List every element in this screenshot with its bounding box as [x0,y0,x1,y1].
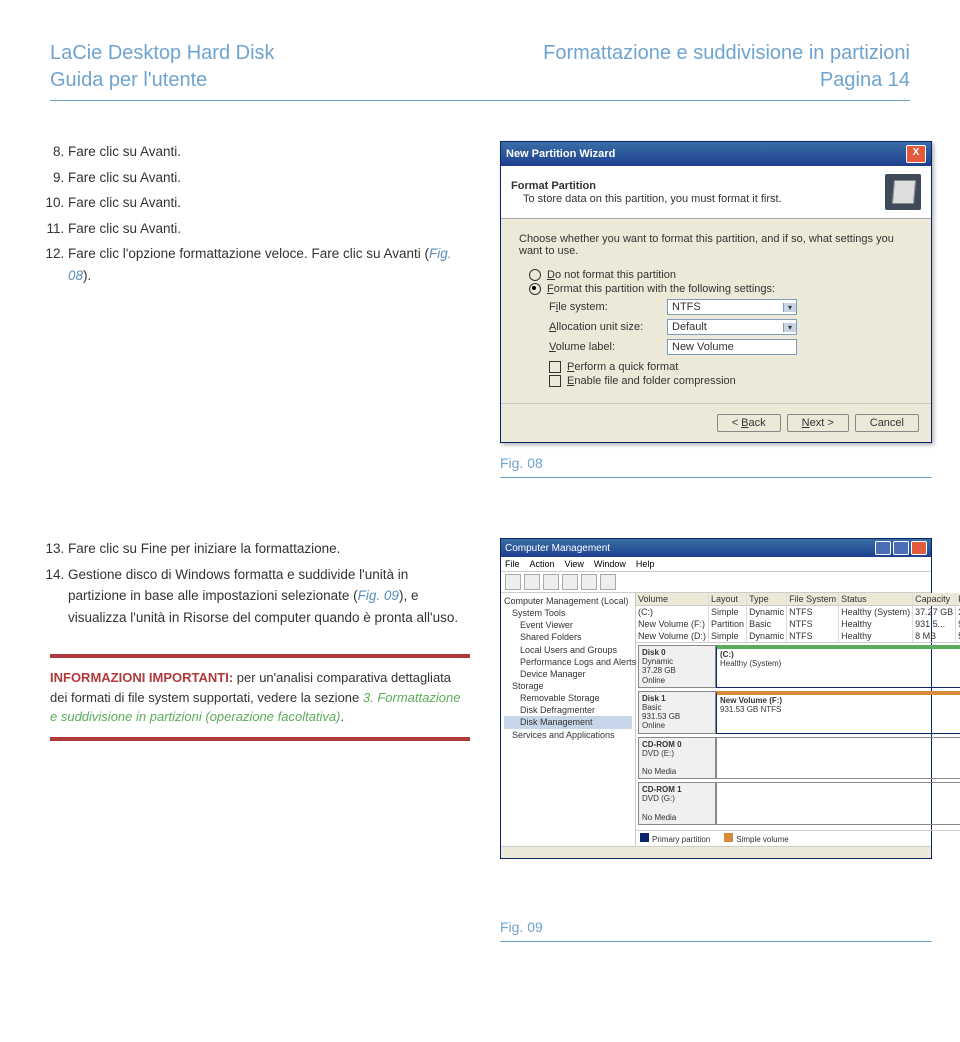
header-right-1: Formattazione e suddivisione in partizio… [543,40,910,67]
cm-legend: Primary partition Simple volume [636,830,960,846]
step-9: Fare clic su Avanti. [68,167,470,189]
toolbar-icon[interactable] [581,574,597,590]
radio-format-with-settings[interactable] [529,283,541,295]
tree-node[interactable]: Device Manager [504,668,632,680]
step-8: Fare clic su Avanti. [68,141,470,163]
column-header[interactable]: Capacity [913,593,956,606]
chevron-down-icon: ▾ [783,323,796,332]
cdrom-1-row[interactable]: CD-ROM 1 DVD (G:) No Media [638,782,960,825]
step-14: Gestione disco di Windows formatta e sud… [68,564,470,629]
tree-node[interactable]: Storage [504,680,632,692]
label-file-system: File system: [549,301,659,313]
table-row[interactable]: New Volume (F:)PartitionBasicNTFSHealthy… [636,618,960,630]
toolbar-icon[interactable] [562,574,578,590]
chevron-down-icon: ▾ [783,303,796,312]
step-12: Fare clic l'opzione formattazione veloce… [68,243,470,286]
xp-title: New Partition Wizard [506,148,615,160]
cancel-button[interactable]: Cancel [855,414,919,432]
cm-titlebar[interactable]: Computer Management [501,539,931,557]
tree-node[interactable]: Local Users and Groups [504,644,632,656]
xp-dialog: New Partition Wizard X Format Partition … [500,141,932,443]
xp-subheading: To store data on this partition, you mus… [523,193,782,205]
important-info-callout: INFORMAZIONI IMPORTANTI: per un'analisi … [50,654,470,741]
cm-toolbar[interactable] [501,572,931,593]
header-divider [50,100,910,101]
checkbox-enable-compression[interactable] [549,375,561,387]
toolbar-icon[interactable] [505,574,521,590]
close-icon[interactable]: X [906,145,926,163]
tree-node[interactable]: Removable Storage [504,692,632,704]
cm-volume-table: VolumeLayoutTypeFile SystemStatusCapacit… [636,593,960,642]
tree-node[interactable]: Services and Applications [504,729,632,741]
menu-item[interactable]: Action [530,559,555,569]
step-11: Fare clic su Avanti. [68,218,470,240]
steps-top: Fare clic su Avanti. Fare clic su Avanti.… [50,141,470,478]
minimize-icon[interactable] [875,541,891,555]
header-right-2: Pagina 14 [543,67,910,94]
table-row[interactable]: New Volume (D:)SimpleDynamicNTFSHealthy8… [636,630,960,642]
tree-node[interactable]: Event Viewer [504,619,632,631]
cm-tree[interactable]: Computer Management (Local)System ToolsE… [501,593,636,846]
step-13: Fare clic su Fine per iniziare la format… [68,538,470,560]
computer-management-window: Computer Management File Action View Window… [500,538,932,859]
header-left-2: Guida per l'utente [50,67,275,94]
next-button[interactable]: Next > [787,414,849,432]
callout-title: INFORMAZIONI IMPORTANTI: [50,670,233,685]
fig-09-reference: Fig. 09 [358,588,399,603]
back-button[interactable]: < Back [717,414,781,432]
column-header[interactable]: File System [787,593,839,606]
toolbar-icon[interactable] [524,574,540,590]
cm-menu[interactable]: File Action View Window Help [501,557,931,572]
tree-node[interactable]: Performance Logs and Alerts [504,656,632,668]
disk-stack-icon [885,174,921,210]
menu-item[interactable]: File [505,559,520,569]
checkbox-quick-format[interactable] [549,361,561,373]
label-volume-label: Volume label: [549,341,659,353]
column-header[interactable]: Free Space [956,593,960,606]
tree-node[interactable]: Disk Defragmenter [504,704,632,716]
label-allocation-unit: Allocation unit size: [549,321,659,333]
menu-item[interactable]: Window [594,559,626,569]
toolbar-icon[interactable] [600,574,616,590]
figure-08-caption: Fig. 08 [500,455,932,478]
tree-node[interactable]: Computer Management (Local) [504,595,632,607]
input-volume-label[interactable]: New Volume [667,339,797,355]
column-header[interactable]: Layout [709,593,747,606]
xp-instruction: Choose whether you want to format this p… [519,233,913,257]
table-row[interactable]: (C:)SimpleDynamicNTFSHealthy (System)37.… [636,606,960,619]
figure-09-caption: Fig. 09 [500,919,932,942]
toolbar-icon[interactable] [543,574,559,590]
disk-1-row[interactable]: Disk 1 Basic 931.53 GB Online New Volume… [638,691,960,734]
tree-node[interactable]: System Tools [504,607,632,619]
xp-heading: Format Partition [511,180,782,192]
column-header[interactable]: Volume [636,593,709,606]
maximize-icon[interactable] [893,541,909,555]
select-allocation-unit[interactable]: Default▾ [667,319,797,335]
xp-titlebar[interactable]: New Partition Wizard X [501,142,931,166]
cdrom-0-row[interactable]: CD-ROM 0 DVD (E:) No Media [638,737,960,780]
close-icon[interactable] [911,541,927,555]
radio-do-not-format[interactable] [529,269,541,281]
page-header: LaCie Desktop Hard Disk Guida per l'uten… [50,40,910,94]
disk-0-row[interactable]: Disk 0 Dynamic 37.28 GB Online (C:)Healt… [638,645,960,688]
cm-statusbar [501,846,931,858]
tree-node[interactable]: Disk Management [504,716,632,728]
step-10: Fare clic su Avanti. [68,192,470,214]
header-left-1: LaCie Desktop Hard Disk [50,40,275,67]
menu-item[interactable]: Help [636,559,655,569]
tree-node[interactable]: Shared Folders [504,631,632,643]
column-header[interactable]: Type [747,593,787,606]
column-header[interactable]: Status [839,593,913,606]
menu-item[interactable]: View [565,559,584,569]
select-file-system[interactable]: NTFS▾ [667,299,797,315]
